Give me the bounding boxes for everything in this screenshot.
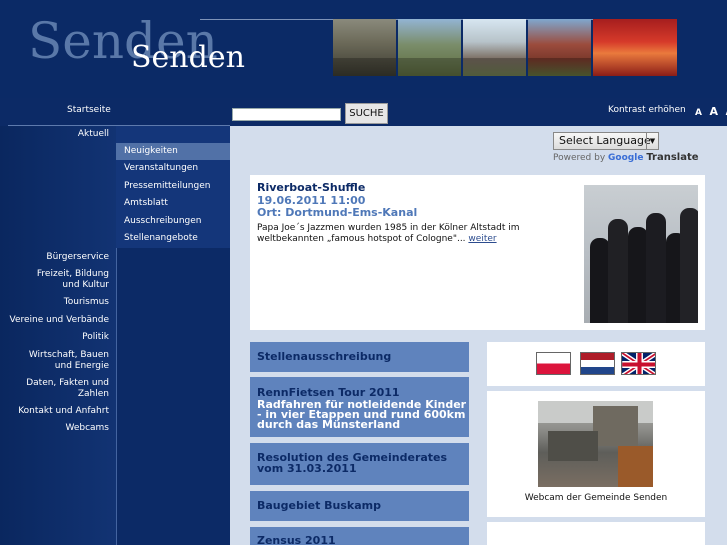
list-item-resolution[interactable]: Resolution des Gemeinderates vom 31.03.2… — [250, 443, 469, 485]
nav-item-buergerservice[interactable]: Bürgerservice — [0, 252, 109, 263]
google-logo: Google — [608, 153, 644, 163]
news-photo — [584, 185, 698, 323]
contrast-link[interactable]: Kontrast erhöhen — [608, 105, 686, 115]
nav-item-wirtschaft[interactable]: Wirtschaft, Bauen und Energie — [20, 350, 109, 372]
header-photo-strip — [333, 19, 677, 76]
list-item-subtitle: Radfahren für notleidende Kinder - in vi… — [257, 398, 467, 431]
language-select-label: Select Language — [559, 134, 651, 147]
powered-by-google: Powered by Google Translate — [553, 152, 699, 163]
list-item-title[interactable]: Stellenausschreibung — [257, 351, 391, 362]
netherlands-flag-icon[interactable] — [580, 352, 615, 375]
sub-nav-amtsblatt[interactable]: Amtsblatt — [116, 195, 230, 212]
language-flags — [487, 342, 705, 386]
sub-nav-stellenangebote[interactable]: Stellenangebote — [116, 230, 230, 247]
nav-item-webcams[interactable]: Webcams — [0, 423, 109, 434]
sidebar-teaser[interactable] — [487, 522, 705, 545]
list-item-title[interactable]: Resolution des Gemeinderates vom 31.03.2… — [257, 452, 462, 474]
nav-stripe — [116, 248, 230, 545]
nav-item-politik[interactable]: Politik — [0, 332, 109, 343]
font-size-controls: A A A — [695, 100, 727, 119]
list-item-title[interactable]: Baugebiet Buskamp — [257, 500, 381, 511]
webcam-teaser[interactable]: Webcam der Gemeinde Senden — [487, 391, 705, 517]
header-photo-houses — [528, 19, 591, 76]
translate-label: Translate — [646, 152, 699, 163]
nav-item-aktuell[interactable]: Aktuell — [0, 129, 109, 140]
font-size-small-button[interactable]: A — [695, 108, 702, 118]
header-photo-sunset — [593, 19, 677, 76]
news-title[interactable]: Riverboat-Shuffle — [257, 181, 365, 194]
list-item-zensus[interactable]: Zensus 2011 — [250, 527, 469, 545]
news-location: Ort: Dortmund-Ems-Kanal — [257, 206, 418, 219]
powered-by-label: Powered by — [553, 153, 606, 163]
list-item-rennfietsen[interactable]: RennFietsen Tour 2011 Radfahren für notl… — [250, 377, 469, 437]
news-teaser: Riverboat-Shuffle 19.06.2011 11:00 Ort: … — [250, 175, 705, 330]
site-logo[interactable]: Senden — [131, 40, 245, 75]
list-item-stellenausschreibung[interactable]: Stellenausschreibung — [250, 342, 469, 372]
chevron-down-icon: ▼ — [646, 133, 658, 149]
nav-startseite[interactable]: Startseite — [67, 105, 111, 115]
header-photo-sculpture — [333, 19, 396, 76]
sub-nav-pressemitteilungen[interactable]: Pressemitteilungen — [116, 178, 230, 195]
uk-flag-icon[interactable] — [621, 352, 656, 375]
nav-item-freizeit[interactable]: Freizeit, Bildung und Kultur — [30, 269, 109, 291]
webcam-image[interactable] — [538, 401, 653, 487]
poland-flag-icon[interactable] — [536, 352, 571, 375]
sub-nav-ausschreibungen[interactable]: Ausschreibungen — [116, 213, 230, 230]
list-item-title[interactable]: Zensus 2011 — [257, 535, 336, 545]
header: Senden Senden — [0, 0, 727, 98]
list-item-title[interactable]: RennFietsen Tour 2011 — [257, 387, 400, 398]
header-photo-gate — [463, 19, 526, 76]
font-size-medium-button[interactable]: A — [710, 105, 719, 118]
news-more-link[interactable]: weiter — [468, 234, 496, 244]
list-item-buskamp[interactable]: Baugebiet Buskamp — [250, 491, 469, 521]
header-photo-church — [398, 19, 461, 76]
search-button[interactable]: SUCHE — [345, 103, 388, 124]
sub-nav-veranstaltungen[interactable]: Veranstaltungen — [116, 160, 230, 177]
nav-item-daten[interactable]: Daten, Fakten und Zahlen — [20, 378, 109, 400]
nav-item-tourismus[interactable]: Tourismus — [0, 297, 109, 308]
search-input[interactable] — [232, 108, 341, 121]
sub-nav-neuigkeiten[interactable]: Neuigkeiten — [116, 143, 230, 160]
nav-item-vereine[interactable]: Vereine und Verbände — [0, 315, 110, 326]
language-select[interactable]: Select Language ▼ — [553, 132, 659, 150]
nav-item-kontakt[interactable]: Kontakt und Anfahrt — [0, 406, 109, 417]
news-text: Papa Joe´s Jazzmen wurden 1985 in der Kö… — [257, 223, 579, 245]
webcam-caption: Webcam der Gemeinde Senden — [524, 493, 668, 503]
